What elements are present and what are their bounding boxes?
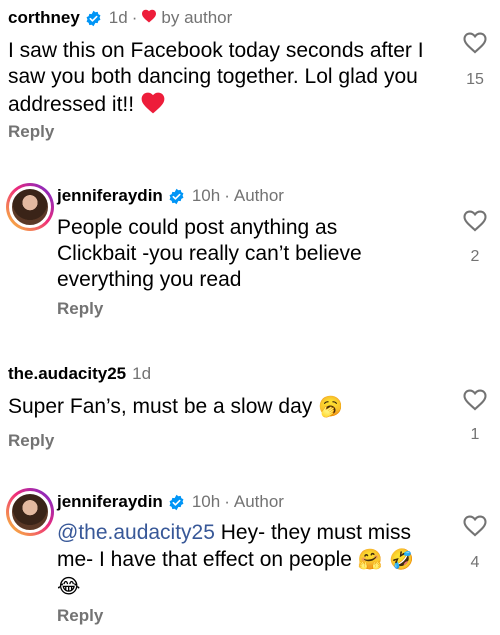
like-count: 2 xyxy=(470,248,480,265)
reply-button[interactable]: Reply xyxy=(57,606,103,626)
reply-button[interactable]: Reply xyxy=(8,122,54,142)
separator-dot: · xyxy=(131,8,138,27)
heart-icon xyxy=(141,8,157,28)
avatar[interactable] xyxy=(6,488,54,536)
separator-dot: · xyxy=(224,186,230,205)
like-heart-outline-icon[interactable] xyxy=(462,387,488,411)
comment-text-content: Super Fan’s, must be a slow day xyxy=(8,395,313,418)
comment-text: @the.audacity25 Hey- they must miss me- … xyxy=(57,520,437,600)
comment-text: Super Fan’s, must be a slow day 🥱 xyxy=(8,393,438,420)
author-label: Author xyxy=(233,492,284,511)
like-heart-outline-icon[interactable] xyxy=(462,30,488,54)
separator-dot: · xyxy=(224,492,230,511)
like-heart-outline-icon[interactable] xyxy=(462,513,488,537)
reply-button[interactable]: Reply xyxy=(57,299,103,319)
comment-text: I saw this on Facebook today seconds aft… xyxy=(8,38,433,121)
like-heart-outline-icon[interactable] xyxy=(462,208,488,232)
comment-text: People could post anything as Clickbait … xyxy=(57,216,362,291)
comment-username[interactable]: jenniferaydin xyxy=(57,492,163,512)
like-count: 1 xyxy=(470,426,480,443)
comment-time: 1d xyxy=(132,364,152,383)
verified-badge-icon xyxy=(85,10,102,27)
comment-username[interactable]: jenniferaydin xyxy=(57,186,163,206)
comment-header: the.audacity25 1d xyxy=(8,364,151,384)
comment-header: jenniferaydin 10h · Author xyxy=(57,492,284,512)
mention-link[interactable]: @the.audacity25 xyxy=(57,521,215,544)
like-count: 4 xyxy=(470,554,480,571)
liked-by-author-label: by author xyxy=(161,8,233,27)
comment-text-content: I saw this on Facebook today seconds aft… xyxy=(8,39,424,116)
verified-badge-icon xyxy=(168,188,185,205)
like-count: 15 xyxy=(466,71,484,88)
comment-header: corthney 1d · by author xyxy=(8,8,232,28)
avatar[interactable] xyxy=(6,183,54,231)
comment-time: 10h xyxy=(191,492,221,511)
comment-username[interactable]: corthney xyxy=(8,8,80,28)
verified-badge-icon xyxy=(168,494,185,511)
comment-time: 10h xyxy=(191,186,221,205)
author-label: Author xyxy=(233,186,284,205)
yawning-face-emoji-icon: 🥱 xyxy=(318,394,344,418)
comment-header: jenniferaydin 10h · Author xyxy=(57,186,284,206)
reply-button[interactable]: Reply xyxy=(8,431,54,451)
comment-time: 1d xyxy=(108,8,128,27)
heart-emoji-icon xyxy=(140,90,166,121)
comment-username[interactable]: the.audacity25 xyxy=(8,364,126,384)
